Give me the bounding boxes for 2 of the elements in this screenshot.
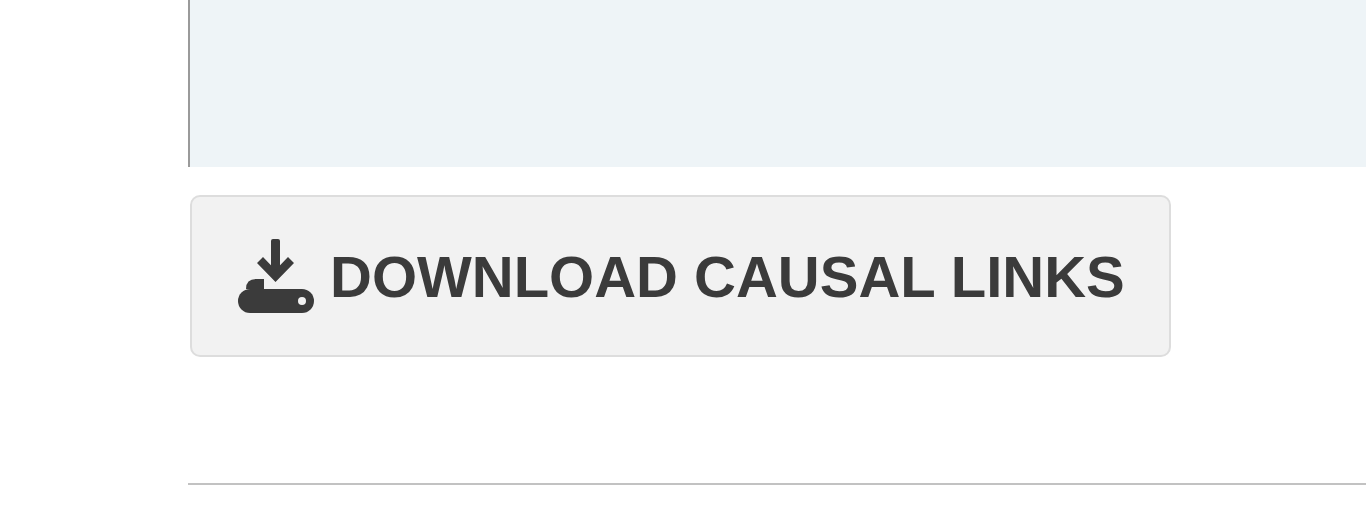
download-button[interactable]: DOWNLOAD CAUSAL LINKS [190,195,1171,357]
download-icon [238,239,314,313]
